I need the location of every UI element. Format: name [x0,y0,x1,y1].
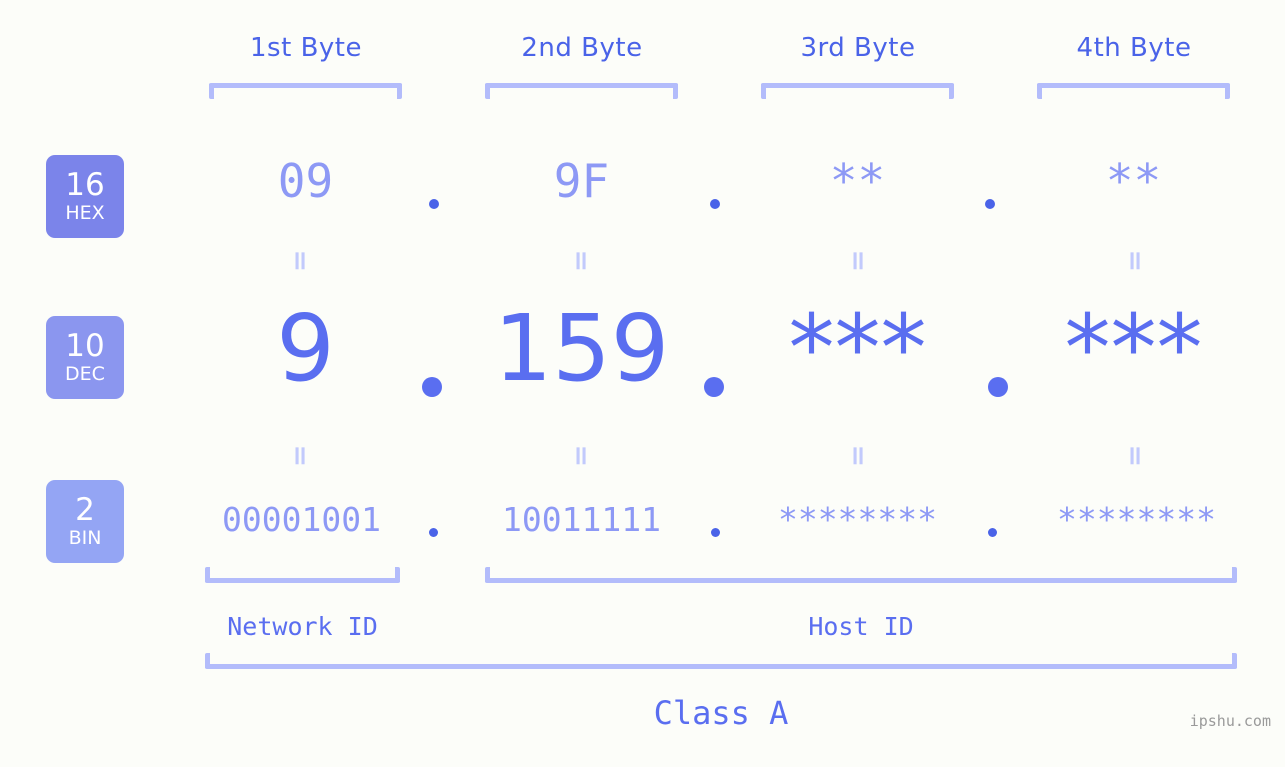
hex-byte-1: 09 [277,154,334,208]
equals-mark-hex-dec-1: = [284,249,316,273]
byte-header-4: 4th Byte [1076,33,1192,63]
byte-header-3: 3rd Byte [800,33,916,63]
base-badge-bin[interactable]: 2 BIN [46,480,124,563]
class-label: Class A [653,694,789,732]
byte-header-2: 2nd Byte [521,33,643,63]
ip-address-breakdown-diagram: 1st Byte 2nd Byte 3rd Byte 4th Byte 16 H… [0,0,1285,767]
hex-separator-3 [985,199,995,209]
host-id-bracket [485,567,1237,583]
host-id-label: Host ID [808,612,914,641]
base-badge-hex-number: 16 [65,167,105,203]
dec-separator-1 [422,377,442,397]
equals-mark-hex-dec-2: = [565,249,597,273]
bin-byte-3: ******** [778,500,937,539]
dec-byte-2: 159 [493,295,670,402]
network-id-label: Network ID [227,612,378,641]
dec-byte-1: 9 [276,295,335,402]
base-badge-bin-name: BIN [68,527,102,549]
equals-mark-dec-bin-3: = [842,444,874,468]
equals-mark-dec-bin-2: = [565,444,597,468]
bin-byte-4: ******** [1057,500,1216,539]
base-badge-dec-name: DEC [65,363,105,385]
equals-mark-hex-dec-4: = [1119,249,1151,273]
bin-byte-1: 00001001 [222,500,381,539]
byte-bracket-3 [761,83,954,99]
bin-separator-1 [429,528,438,537]
network-id-bracket [205,567,400,583]
hex-byte-4: ** [1105,154,1162,208]
byte-bracket-4 [1037,83,1230,99]
hex-separator-2 [710,199,720,209]
hex-byte-3: ** [829,154,886,208]
base-badge-hex[interactable]: 16 HEX [46,155,124,238]
class-bracket [205,653,1237,669]
bin-separator-3 [988,528,997,537]
byte-bracket-2 [485,83,678,99]
bin-byte-2: 10011111 [502,500,661,539]
equals-mark-hex-dec-3: = [842,249,874,273]
base-badge-dec-number: 10 [65,328,105,364]
dec-byte-3: *** [788,295,927,402]
base-badge-bin-number: 2 [75,492,95,528]
dec-byte-4: *** [1064,295,1203,402]
base-badge-dec[interactable]: 10 DEC [46,316,124,399]
equals-mark-dec-bin-4: = [1119,444,1151,468]
equals-mark-dec-bin-1: = [284,444,316,468]
dec-separator-2 [704,377,724,397]
base-badge-hex-name: HEX [65,202,105,224]
byte-header-1: 1st Byte [250,33,362,63]
byte-bracket-1 [209,83,402,99]
hex-byte-2: 9F [553,154,610,208]
site-watermark: ipshu.com [1189,712,1271,730]
dec-separator-3 [988,377,1008,397]
bin-separator-2 [711,528,720,537]
hex-separator-1 [429,199,439,209]
